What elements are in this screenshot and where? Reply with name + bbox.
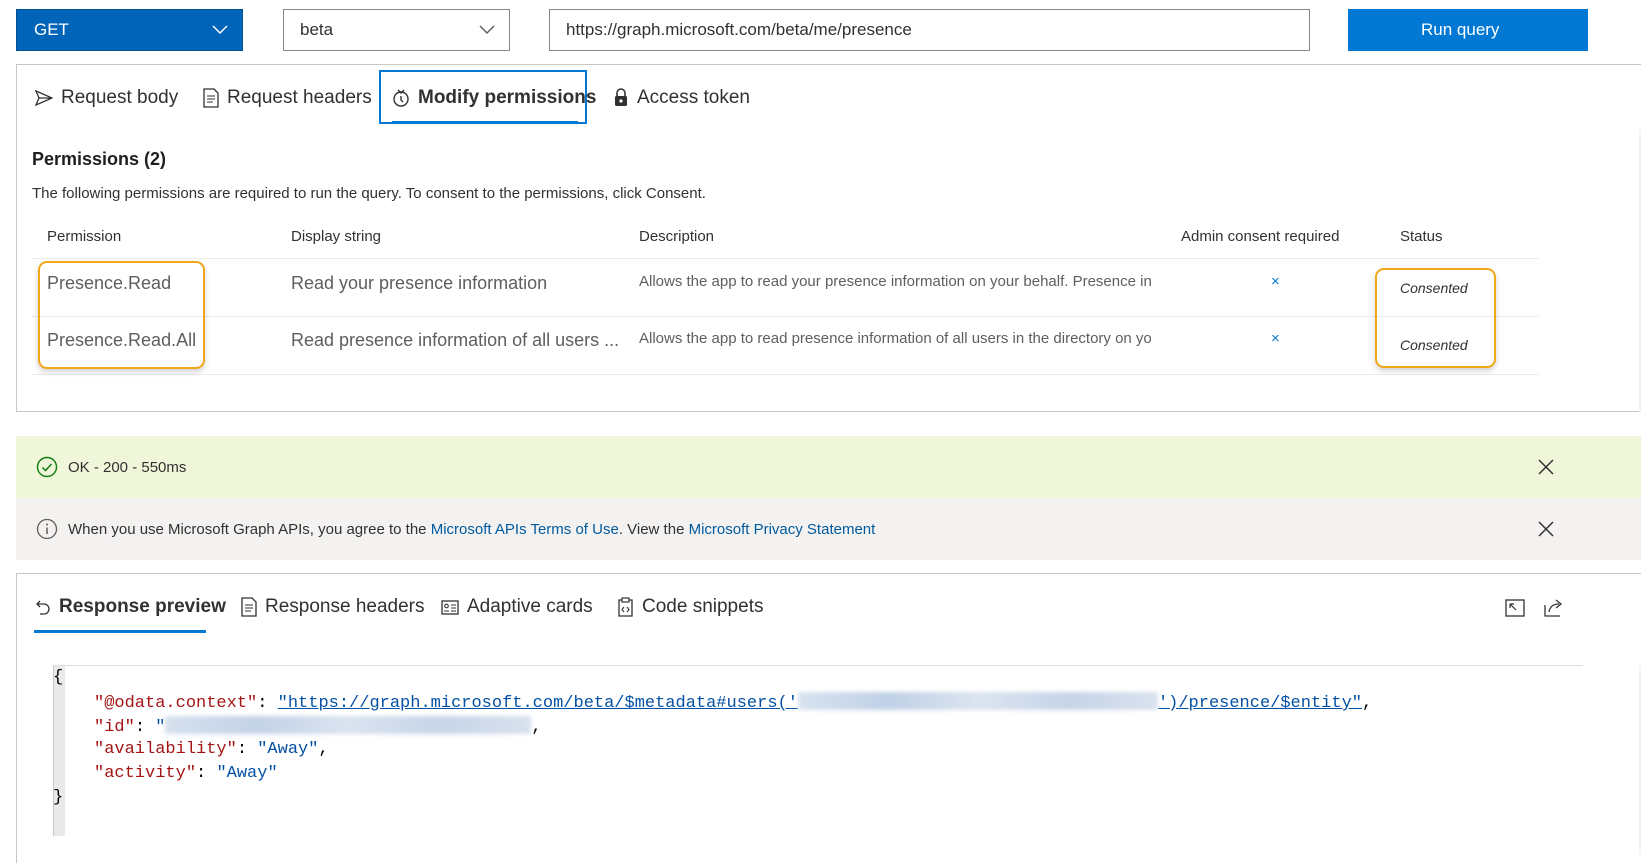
share-icon[interactable] <box>1544 598 1564 617</box>
card-icon <box>441 599 459 615</box>
version-dropdown[interactable]: beta <box>283 9 510 51</box>
code-line: "activity": "Away" <box>94 764 278 783</box>
clipboard-code-icon <box>618 597 633 617</box>
http-method-value: GET <box>34 20 69 39</box>
tab-request-body[interactable]: Request body <box>35 87 178 109</box>
tab-code-snippets[interactable]: Code snippets <box>617 596 763 618</box>
privacy-statement-link[interactable]: Microsoft Privacy Statement <box>689 521 876 538</box>
tab-access-token[interactable]: Access token <box>613 87 750 109</box>
tab-request-headers[interactable]: Request headers <box>203 87 372 109</box>
tab-label: Request headers <box>227 87 372 108</box>
code-line: } <box>53 788 64 807</box>
lock-icon <box>615 88 627 106</box>
chevron-down-icon <box>479 25 495 35</box>
tab-label: Request body <box>61 87 179 108</box>
http-method-dropdown[interactable]: GET <box>16 9 243 51</box>
admin-consent-required-icon: × <box>1271 330 1280 347</box>
tab-label: Modify permissions <box>418 87 597 108</box>
tab-label: Access token <box>637 87 750 108</box>
column-header-permission[interactable]: Permission <box>47 228 121 245</box>
column-header-description[interactable]: Description <box>639 228 714 245</box>
tab-adaptive-cards[interactable]: Adaptive cards <box>441 596 593 618</box>
permissions-description: The following permissions are required t… <box>32 185 706 202</box>
code-line: "availability": "Away", <box>94 740 329 759</box>
status-highlight-box <box>1375 268 1496 368</box>
expand-icon[interactable] <box>1505 599 1525 617</box>
status-text: OK - 200 - 550ms <box>68 458 187 476</box>
active-tab-indicator <box>34 630 206 633</box>
tab-response-headers[interactable]: Response headers <box>241 596 425 618</box>
tab-modify-permissions[interactable]: Modify permissions <box>392 87 596 109</box>
column-header-display-string[interactable]: Display string <box>291 228 381 245</box>
redacted-user-id <box>797 692 1158 710</box>
permission-description: Allows the app to read your presence inf… <box>639 273 1152 290</box>
row-divider <box>31 374 1539 375</box>
request-panel: Request body Request headers Modify perm… <box>16 64 1641 412</box>
close-icon[interactable] <box>1538 521 1554 537</box>
shield-icon <box>393 89 409 107</box>
column-header-status[interactable]: Status <box>1400 228 1443 245</box>
info-message-bar: When you use Microsoft Graph APIs, you a… <box>16 498 1641 560</box>
tab-label: Response headers <box>265 596 425 617</box>
header-divider <box>31 258 1539 259</box>
undo-icon <box>36 600 50 615</box>
code-line: "id": ", <box>94 716 542 737</box>
code-line: { <box>53 668 64 687</box>
permission-highlight-box <box>38 261 205 369</box>
chevron-down-icon <box>212 25 228 35</box>
document-icon <box>203 88 219 108</box>
info-text: When you use Microsoft Graph APIs, you a… <box>68 521 875 538</box>
document-icon <box>241 597 257 617</box>
permissions-title: Permissions (2) <box>32 149 167 169</box>
terms-of-use-link[interactable]: Microsoft APIs Terms of Use <box>431 521 619 538</box>
version-value: beta <box>300 20 334 39</box>
run-query-button[interactable]: Run query <box>1348 9 1588 51</box>
admin-consent-required-icon: × <box>1271 273 1280 290</box>
column-header-admin-consent[interactable]: Admin consent required <box>1181 228 1339 245</box>
code-line: "@odata.context": "https://graph.microso… <box>94 692 1373 713</box>
info-middle: . View the <box>618 520 689 538</box>
query-url-input[interactable] <box>549 9 1310 51</box>
check-circle-icon <box>36 456 58 478</box>
active-tab-indicator <box>392 121 578 124</box>
odata-context-link[interactable]: "https://graph.microsoft.com/beta/$metad… <box>278 692 1362 713</box>
permission-display-string: Read your presence information <box>291 273 548 293</box>
redacted-id-value <box>165 716 532 734</box>
response-panel: Response preview Response headers Adapti… <box>16 573 1641 863</box>
response-json-editor[interactable]: { "@odata.context": "https://graph.micro… <box>53 665 1583 846</box>
tab-label: Code snippets <box>642 596 764 617</box>
close-icon[interactable] <box>1538 459 1554 475</box>
permission-description: Allows the app to read presence informat… <box>639 330 1152 347</box>
info-icon <box>36 518 58 540</box>
row-divider <box>31 316 1539 317</box>
permission-display-string: Read presence information of all users .… <box>291 330 620 350</box>
tab-label: Adaptive cards <box>467 596 593 617</box>
info-prefix: When you use Microsoft Graph APIs, you a… <box>68 520 431 538</box>
tab-response-preview[interactable]: Response preview <box>35 596 226 618</box>
tab-label: Response preview <box>59 596 226 617</box>
status-message-bar: OK - 200 - 550ms <box>16 436 1641 498</box>
send-icon <box>35 90 53 106</box>
editor-gutter <box>53 666 65 836</box>
